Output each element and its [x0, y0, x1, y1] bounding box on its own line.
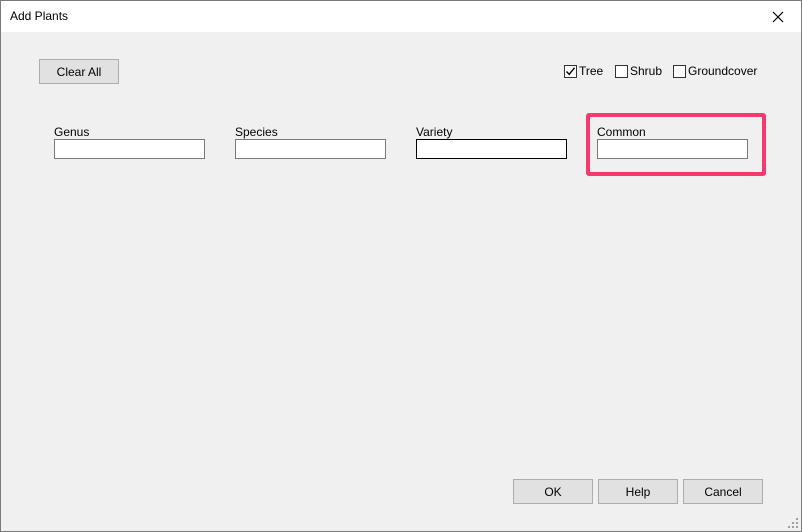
tree-checkbox[interactable]: [564, 64, 577, 78]
common-label: Common: [597, 125, 646, 139]
variety-label: Variety: [416, 125, 453, 139]
clear-all-button[interactable]: Clear All: [39, 59, 119, 84]
shrub-checkbox[interactable]: [615, 64, 628, 78]
checkmark-icon: [565, 66, 576, 75]
add-plants-dialog: Add Plants Clear All Tree Shrub Groundco…: [0, 0, 802, 532]
variety-input[interactable]: [416, 139, 567, 159]
species-input[interactable]: [235, 139, 386, 159]
tree-label: Tree: [579, 64, 604, 78]
resize-grip-icon[interactable]: [788, 518, 799, 529]
shrub-label: Shrub: [630, 64, 663, 78]
genus-input[interactable]: [54, 139, 205, 159]
cancel-button[interactable]: Cancel: [683, 479, 763, 504]
close-icon: [772, 11, 784, 22]
filter-shrub[interactable]: Shrub: [615, 64, 662, 78]
filter-tree[interactable]: Tree: [564, 64, 603, 78]
filter-groundcover[interactable]: Groundcover: [673, 64, 757, 78]
groundcover-label: Groundcover: [688, 64, 758, 78]
genus-label: Genus: [54, 125, 90, 139]
help-button[interactable]: Help: [598, 479, 678, 504]
close-button[interactable]: [755, 1, 801, 32]
title-bar: Add Plants: [1, 1, 801, 32]
ok-button[interactable]: OK: [513, 479, 593, 504]
species-label: Species: [235, 125, 278, 139]
common-input[interactable]: [597, 139, 748, 159]
groundcover-checkbox[interactable]: [673, 64, 686, 78]
dialog-title: Add Plants: [10, 9, 69, 23]
